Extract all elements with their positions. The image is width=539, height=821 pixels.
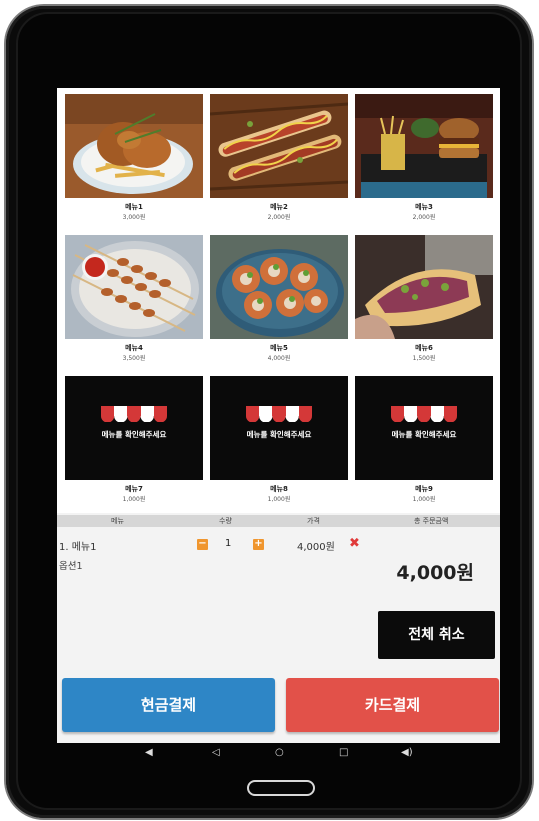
header-menu: 메뉴 <box>111 517 124 525</box>
back-icon[interactable]: ◁ <box>212 747 220 758</box>
awning-scallop-icon <box>391 416 457 422</box>
menu-name: 메뉴9 <box>415 485 433 493</box>
menu-price: 3,500원 <box>122 355 146 362</box>
menu-name: 메뉴1 <box>125 203 143 211</box>
menu-placeholder: 메뉴를 확인해주세요 <box>210 376 348 480</box>
placeholder-message: 메뉴를 확인해주세요 <box>246 430 312 439</box>
menu-card-5[interactable]: 메뉴5 4,000원 <box>210 235 348 369</box>
menu-image-taco <box>355 235 493 339</box>
menu-card-4[interactable]: 메뉴4 3,500원 <box>65 235 203 369</box>
menu-image-skewers <box>65 235 203 339</box>
kiosk-screen: 메뉴1 3,000원 메뉴2 2,000원 메뉴3 2,000원 메뉴4 3,5… <box>57 88 500 743</box>
cancel-all-button[interactable]: 전체 취소 <box>378 611 495 659</box>
menu-name: 메뉴7 <box>125 485 143 493</box>
menu-image-hotdog <box>210 94 348 198</box>
menu-name: 메뉴4 <box>125 344 143 352</box>
menu-name: 메뉴6 <box>415 344 433 352</box>
header-qty: 수량 <box>219 517 232 525</box>
menu-name: 메뉴5 <box>270 344 288 352</box>
menu-price: 4,000원 <box>267 355 291 362</box>
menu-card-2[interactable]: 메뉴2 2,000원 <box>210 94 348 228</box>
order-item-name: 1. 메뉴1 <box>59 542 97 553</box>
menu-card-7[interactable]: 메뉴를 확인해주세요 메뉴7 1,000원 <box>65 376 203 510</box>
qty-decrease-button[interactable]: − <box>197 539 208 550</box>
placeholder-message: 메뉴를 확인해주세요 <box>391 430 457 439</box>
placeholder-message: 메뉴를 확인해주세요 <box>101 430 167 439</box>
menu-card-1[interactable]: 메뉴1 3,000원 <box>65 94 203 228</box>
menu-card-3[interactable]: 메뉴3 2,000원 <box>355 94 493 228</box>
menu-grid: 메뉴1 3,000원 메뉴2 2,000원 메뉴3 2,000원 메뉴4 3,5… <box>57 88 500 513</box>
menu-price: 2,000원 <box>267 214 291 221</box>
menu-name: 메뉴8 <box>270 485 288 493</box>
hardware-home-button[interactable] <box>247 780 315 796</box>
menu-image-fried-chicken <box>65 94 203 198</box>
menu-price: 1,000원 <box>122 496 146 503</box>
qty-increase-button[interactable]: + <box>253 539 264 550</box>
order-item-price: 4,000원 <box>297 542 335 553</box>
recent-apps-icon[interactable]: □ <box>339 747 348 758</box>
menu-price: 2,000원 <box>412 214 436 221</box>
order-total: 4,000원 <box>396 562 474 584</box>
android-nav-bar: ◀ ◁ ○ □ ◀) <box>57 743 500 765</box>
menu-price: 1,000원 <box>267 496 291 503</box>
order-line-item: 1. 메뉴1 − 1 + 4,000원 ✖ <box>57 536 500 556</box>
cash-payment-button[interactable]: 현금결제 <box>62 678 275 732</box>
header-price: 가격 <box>307 517 320 525</box>
order-item-qty: 1 <box>225 538 232 549</box>
awning-scallop-icon <box>246 416 312 422</box>
remove-item-icon[interactable]: ✖ <box>349 536 360 551</box>
payment-bar: 현금결제 카드결제 <box>57 676 500 736</box>
order-table-header: 메뉴 수량 가격 총 주문금액 <box>57 515 500 527</box>
menu-placeholder: 메뉴를 확인해주세요 <box>65 376 203 480</box>
menu-price: 1,500원 <box>412 355 436 362</box>
menu-name: 메뉴3 <box>415 203 433 211</box>
menu-price: 3,000원 <box>122 214 146 221</box>
menu-card-8[interactable]: 메뉴를 확인해주세요 메뉴8 1,000원 <box>210 376 348 510</box>
header-total: 총 주문금액 <box>414 517 449 525</box>
menu-placeholder: 메뉴를 확인해주세요 <box>355 376 493 480</box>
order-item-option: 옵션1 <box>59 561 83 572</box>
volume-down-icon[interactable]: ◀ <box>145 747 153 758</box>
home-icon[interactable]: ○ <box>275 747 284 758</box>
menu-price: 1,000원 <box>412 496 436 503</box>
menu-card-6[interactable]: 메뉴6 1,500원 <box>355 235 493 369</box>
menu-name: 메뉴2 <box>270 203 288 211</box>
card-payment-button[interactable]: 카드결제 <box>286 678 499 732</box>
menu-card-9[interactable]: 메뉴를 확인해주세요 메뉴9 1,000원 <box>355 376 493 510</box>
volume-up-icon[interactable]: ◀) <box>401 747 413 758</box>
awning-scallop-icon <box>101 416 167 422</box>
menu-image-burger <box>355 94 493 198</box>
menu-image-fritters <box>210 235 348 339</box>
